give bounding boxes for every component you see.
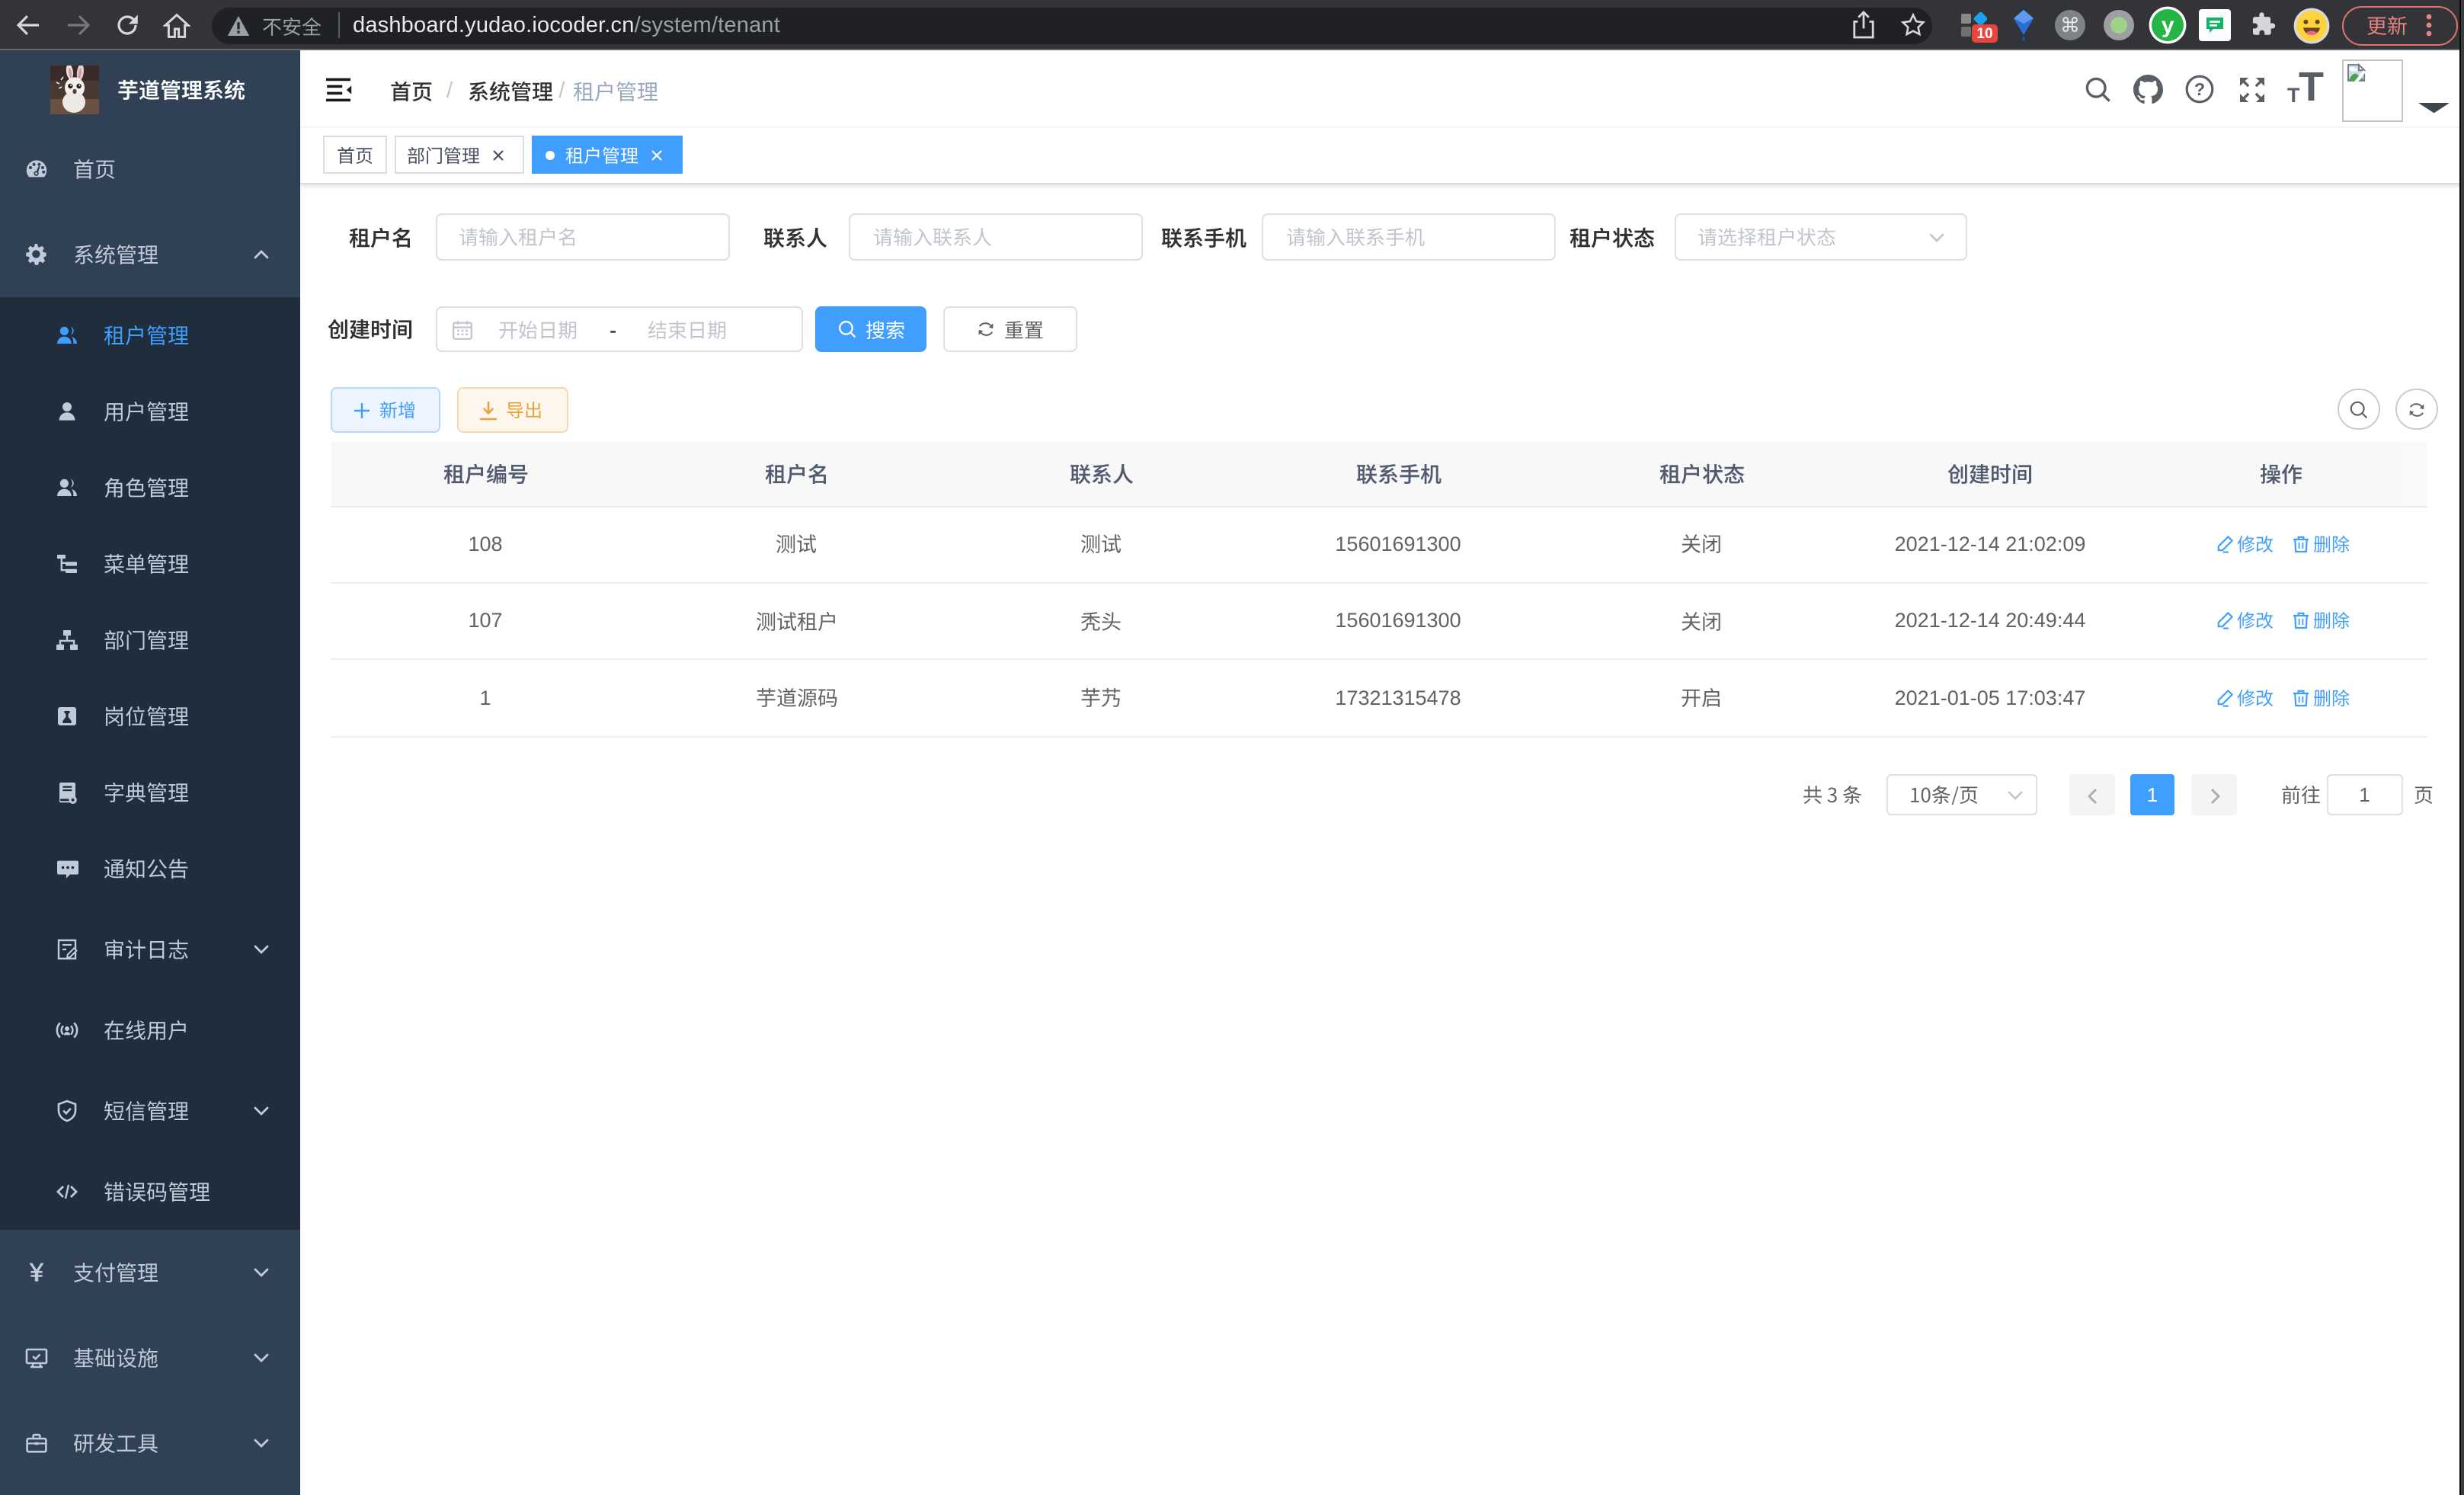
svg-text:⌘: ⌘ — [2060, 14, 2080, 37]
svg-text:?: ? — [2194, 79, 2205, 99]
svg-text:y: y — [2162, 13, 2174, 38]
